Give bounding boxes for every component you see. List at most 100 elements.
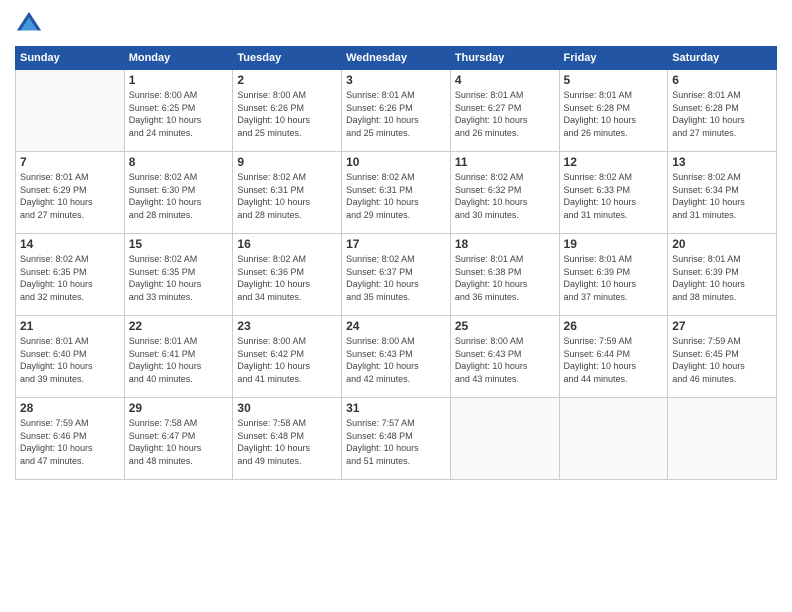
day-number: 4: [455, 73, 555, 87]
calendar-cell: 8 Sunrise: 8:02 AM Sunset: 6:30 PM Daylig…: [124, 152, 233, 234]
weekday-header-thursday: Thursday: [450, 47, 559, 70]
calendar-body: 1 Sunrise: 8:00 AM Sunset: 6:25 PM Daylig…: [16, 70, 777, 480]
calendar-cell: 6 Sunrise: 8:01 AM Sunset: 6:28 PM Daylig…: [668, 70, 777, 152]
calendar-cell: 19 Sunrise: 8:01 AM Sunset: 6:39 PM Dayli…: [559, 234, 668, 316]
calendar-cell: 22 Sunrise: 8:01 AM Sunset: 6:41 PM Dayli…: [124, 316, 233, 398]
week-row-2: 7Sunrise: 8:01 AM Sunset: 6:29 PM Daylig…: [16, 152, 777, 234]
day-number: 15: [129, 237, 229, 251]
day-info: Sunrise: 8:02 AM Sunset: 6:33 PM Dayligh…: [564, 171, 664, 221]
day-info: Sunrise: 8:02 AM Sunset: 6:30 PM Dayligh…: [129, 171, 229, 221]
calendar-cell: 1 Sunrise: 8:00 AM Sunset: 6:25 PM Daylig…: [124, 70, 233, 152]
calendar-cell: 14Sunrise: 8:02 AM Sunset: 6:35 PM Dayli…: [16, 234, 125, 316]
day-info: Sunrise: 8:02 AM Sunset: 6:32 PM Dayligh…: [455, 171, 555, 221]
day-info: Sunrise: 8:02 AM Sunset: 6:35 PM Dayligh…: [129, 253, 229, 303]
calendar-cell: 17 Sunrise: 8:02 AM Sunset: 6:37 PM Dayli…: [342, 234, 451, 316]
day-info: Sunrise: 7:59 AM Sunset: 6:46 PM Dayligh…: [20, 417, 120, 467]
calendar-cell: [668, 398, 777, 480]
day-number: 26: [564, 319, 664, 333]
calendar-cell: 9 Sunrise: 8:02 AM Sunset: 6:31 PM Daylig…: [233, 152, 342, 234]
day-info: Sunrise: 8:01 AM Sunset: 6:38 PM Dayligh…: [455, 253, 555, 303]
calendar-cell: 11 Sunrise: 8:02 AM Sunset: 6:32 PM Dayli…: [450, 152, 559, 234]
logo: [15, 10, 47, 38]
day-number: 12: [564, 155, 664, 169]
logo-icon: [15, 10, 43, 38]
calendar-cell: 27 Sunrise: 7:59 AM Sunset: 6:45 PM Dayli…: [668, 316, 777, 398]
calendar-cell: [559, 398, 668, 480]
calendar-cell: 13Sunrise: 8:02 AM Sunset: 6:34 PM Dayli…: [668, 152, 777, 234]
calendar-cell: 29 Sunrise: 7:58 AM Sunset: 6:47 PM Dayli…: [124, 398, 233, 480]
day-info: Sunrise: 8:02 AM Sunset: 6:31 PM Dayligh…: [346, 171, 446, 221]
weekday-header-monday: Monday: [124, 47, 233, 70]
weekday-header-saturday: Saturday: [668, 47, 777, 70]
calendar-cell: 21 Sunrise: 8:01 AM Sunset: 6:40 PM Dayli…: [16, 316, 125, 398]
weekday-header-friday: Friday: [559, 47, 668, 70]
day-info: Sunrise: 8:00 AM Sunset: 6:25 PM Dayligh…: [129, 89, 229, 139]
day-number: 5: [564, 73, 664, 87]
calendar-cell: 24 Sunrise: 8:00 AM Sunset: 6:43 PM Dayli…: [342, 316, 451, 398]
day-info: Sunrise: 8:00 AM Sunset: 6:26 PM Dayligh…: [237, 89, 337, 139]
day-info: Sunrise: 8:02 AM Sunset: 6:34 PM Dayligh…: [672, 171, 772, 221]
day-info: Sunrise: 8:01 AM Sunset: 6:27 PM Dayligh…: [455, 89, 555, 139]
calendar-cell: [450, 398, 559, 480]
day-number: 21: [20, 319, 120, 333]
day-info: Sunrise: 8:02 AM Sunset: 6:31 PM Dayligh…: [237, 171, 337, 221]
calendar-cell: 4 Sunrise: 8:01 AM Sunset: 6:27 PM Daylig…: [450, 70, 559, 152]
day-number: 14: [20, 237, 120, 251]
calendar-cell: 26 Sunrise: 7:59 AM Sunset: 6:44 PM Dayli…: [559, 316, 668, 398]
day-number: 31: [346, 401, 446, 415]
day-number: 22: [129, 319, 229, 333]
day-number: 27: [672, 319, 772, 333]
day-info: Sunrise: 8:01 AM Sunset: 6:39 PM Dayligh…: [564, 253, 664, 303]
day-number: 24: [346, 319, 446, 333]
day-info: Sunrise: 8:00 AM Sunset: 6:43 PM Dayligh…: [346, 335, 446, 385]
day-number: 3: [346, 73, 446, 87]
calendar-cell: 15 Sunrise: 8:02 AM Sunset: 6:35 PM Dayli…: [124, 234, 233, 316]
day-info: Sunrise: 8:02 AM Sunset: 6:37 PM Dayligh…: [346, 253, 446, 303]
day-number: 29: [129, 401, 229, 415]
calendar-cell: 5 Sunrise: 8:01 AM Sunset: 6:28 PM Daylig…: [559, 70, 668, 152]
day-info: Sunrise: 8:01 AM Sunset: 6:28 PM Dayligh…: [672, 89, 772, 139]
calendar-cell: 2Sunrise: 8:00 AM Sunset: 6:26 PM Daylig…: [233, 70, 342, 152]
day-info: Sunrise: 8:02 AM Sunset: 6:36 PM Dayligh…: [237, 253, 337, 303]
calendar-cell: 25 Sunrise: 8:00 AM Sunset: 6:43 PM Dayli…: [450, 316, 559, 398]
day-info: Sunrise: 8:00 AM Sunset: 6:43 PM Dayligh…: [455, 335, 555, 385]
day-number: 16: [237, 237, 337, 251]
weekday-header-wednesday: Wednesday: [342, 47, 451, 70]
day-number: 8: [129, 155, 229, 169]
day-info: Sunrise: 8:01 AM Sunset: 6:41 PM Dayligh…: [129, 335, 229, 385]
weekday-header-sunday: Sunday: [16, 47, 125, 70]
day-info: Sunrise: 7:58 AM Sunset: 6:48 PM Dayligh…: [237, 417, 337, 467]
day-info: Sunrise: 7:59 AM Sunset: 6:44 PM Dayligh…: [564, 335, 664, 385]
day-info: Sunrise: 8:01 AM Sunset: 6:29 PM Dayligh…: [20, 171, 120, 221]
calendar-cell: 23Sunrise: 8:00 AM Sunset: 6:42 PM Dayli…: [233, 316, 342, 398]
weekday-header-tuesday: Tuesday: [233, 47, 342, 70]
day-number: 30: [237, 401, 337, 415]
calendar-cell: 20Sunrise: 8:01 AM Sunset: 6:39 PM Dayli…: [668, 234, 777, 316]
day-number: 23: [237, 319, 337, 333]
day-info: Sunrise: 8:01 AM Sunset: 6:39 PM Dayligh…: [672, 253, 772, 303]
day-number: 28: [20, 401, 120, 415]
day-number: 25: [455, 319, 555, 333]
week-row-4: 21 Sunrise: 8:01 AM Sunset: 6:40 PM Dayli…: [16, 316, 777, 398]
day-info: Sunrise: 8:01 AM Sunset: 6:28 PM Dayligh…: [564, 89, 664, 139]
week-row-5: 28 Sunrise: 7:59 AM Sunset: 6:46 PM Dayli…: [16, 398, 777, 480]
day-number: 6: [672, 73, 772, 87]
page-container: SundayMondayTuesdayWednesdayThursdayFrid…: [0, 0, 792, 490]
day-number: 17: [346, 237, 446, 251]
calendar-cell: 30 Sunrise: 7:58 AM Sunset: 6:48 PM Dayli…: [233, 398, 342, 480]
day-info: Sunrise: 8:01 AM Sunset: 6:40 PM Dayligh…: [20, 335, 120, 385]
calendar-cell: 28 Sunrise: 7:59 AM Sunset: 6:46 PM Dayli…: [16, 398, 125, 480]
calendar-cell: 16 Sunrise: 8:02 AM Sunset: 6:36 PM Dayli…: [233, 234, 342, 316]
header: [15, 10, 777, 38]
day-number: 9: [237, 155, 337, 169]
day-info: Sunrise: 7:58 AM Sunset: 6:47 PM Dayligh…: [129, 417, 229, 467]
day-number: 1: [129, 73, 229, 87]
calendar-header: SundayMondayTuesdayWednesdayThursdayFrid…: [16, 47, 777, 70]
calendar-cell: 31Sunrise: 7:57 AM Sunset: 6:48 PM Dayli…: [342, 398, 451, 480]
calendar-cell: 3Sunrise: 8:01 AM Sunset: 6:26 PM Daylig…: [342, 70, 451, 152]
day-number: 11: [455, 155, 555, 169]
day-number: 19: [564, 237, 664, 251]
calendar-cell: 10Sunrise: 8:02 AM Sunset: 6:31 PM Dayli…: [342, 152, 451, 234]
week-row-3: 14 Sunrise: 8:02 AM Sunset: 6:35 PM Dayli…: [16, 234, 777, 316]
day-info: Sunrise: 7:59 AM Sunset: 6:45 PM Dayligh…: [672, 335, 772, 385]
